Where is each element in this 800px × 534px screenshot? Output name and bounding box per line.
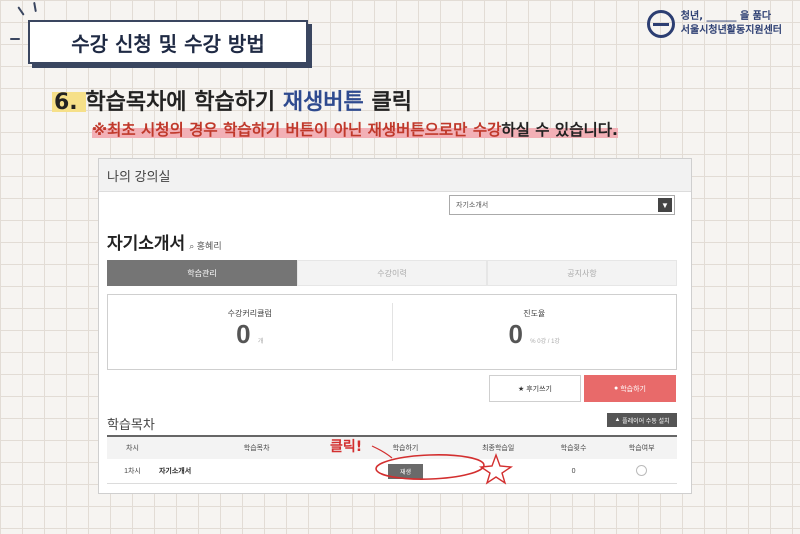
progress-stats: 수강커리큘럼 0 개 진도율 0 % 0강 / 1강 bbox=[107, 294, 677, 370]
classroom-screenshot: 나의 강의실 자기소개서 ▼ 자기소개서 ⌕ 홍혜리 학습관리 수강이력 공지사… bbox=[98, 158, 692, 494]
spark-line bbox=[17, 6, 25, 16]
tab-history[interactable]: 수강이력 bbox=[297, 260, 487, 286]
review-button-label: 후기쓰기 bbox=[526, 385, 552, 393]
cell-last-date bbox=[455, 459, 541, 484]
heading-prefix: 학습목차에 학습하기 bbox=[85, 90, 283, 115]
stat-unit: 개 bbox=[257, 338, 264, 345]
star-icon: ★ bbox=[518, 385, 525, 393]
col-lesson: 학습목차 bbox=[157, 435, 356, 459]
review-button[interactable]: ★ 후기쓰기 bbox=[489, 375, 581, 402]
col-session: 차시 bbox=[107, 435, 158, 459]
slide-title: 수강 신청 및 수강 방법 bbox=[28, 20, 308, 64]
toc-table: 차시 학습목차 학습하기 최종학습일 학습횟수 학습여부 1차시 자기소개서 재… bbox=[107, 435, 677, 484]
notice-rest: 하실 수 있습니다. bbox=[501, 121, 618, 139]
tab-study-management[interactable]: 학습관리 bbox=[107, 260, 297, 286]
notice-warning: ※최초 시청의 경우 학습하기 버튼이 아닌 재생버튼으로만 수강 bbox=[92, 121, 502, 139]
col-last-date: 최종학습일 bbox=[455, 435, 541, 459]
spark-line bbox=[33, 1, 37, 13]
stat-label: 수강커리큘럼 bbox=[227, 308, 272, 318]
notice-text: ※최초 시청의 경우 학습하기 버튼이 아닌 재생버튼으로만 수강하실 수 있습… bbox=[92, 118, 618, 140]
play-button[interactable]: 재생 bbox=[387, 463, 423, 479]
col-done: 학습여부 bbox=[606, 435, 677, 459]
stat-value: 0 bbox=[508, 318, 523, 349]
chevron-down-icon: ▼ bbox=[658, 198, 672, 212]
heading-suffix: 클릭 bbox=[363, 90, 412, 115]
panel-header: 나의 강의실 bbox=[99, 159, 691, 192]
step-heading: 6. 학습목차에 학습하기 재생버튼 클릭 bbox=[52, 84, 412, 116]
spark-line bbox=[10, 38, 20, 40]
player-install-label: 플레이어 수동 설치 bbox=[622, 418, 670, 425]
teacher-name: 홍혜리 bbox=[196, 241, 222, 251]
col-count: 학습횟수 bbox=[540, 435, 607, 459]
course-title-text: 자기소개서 bbox=[107, 234, 186, 253]
col-play: 학습하기 bbox=[355, 435, 456, 459]
study-button[interactable]: ● 학습하기 bbox=[584, 375, 676, 402]
teacher-info: ⌕ 홍혜리 bbox=[189, 239, 221, 252]
tab-bar: 학습관리 수강이력 공지사항 bbox=[107, 260, 677, 286]
cell-lesson: 자기소개서 bbox=[157, 459, 356, 484]
course-select[interactable]: 자기소개서 ▼ bbox=[449, 195, 675, 215]
stat-label: 진도율 bbox=[523, 308, 546, 318]
course-select-value: 자기소개서 bbox=[456, 202, 489, 209]
heading-accent: 재생버튼 bbox=[282, 90, 364, 115]
stat-progress: 진도율 0 % 0강 / 1강 bbox=[391, 303, 677, 361]
logo-line2: 서울시청년활동지원센터 bbox=[680, 25, 782, 36]
center-logo: 청년, ______ 을 품다 서울시청년활동지원센터 bbox=[646, 10, 782, 38]
stat-curriculum: 수강커리큘럼 0 개 bbox=[108, 295, 392, 369]
stat-value: 0 bbox=[236, 318, 251, 349]
cell-count: 0 bbox=[540, 459, 607, 484]
course-title: 자기소개서 ⌕ 홍혜리 bbox=[107, 229, 222, 254]
click-annotation: 클릭! bbox=[330, 439, 363, 455]
tab-notices[interactable]: 공지사항 bbox=[487, 260, 677, 286]
logo-line1: 청년, ______ 을 품다 bbox=[680, 11, 772, 22]
cell-session: 1차시 bbox=[107, 459, 158, 484]
check-circle-icon bbox=[636, 464, 648, 476]
player-install-button[interactable]: ▲ 플레이어 수동 설치 bbox=[607, 413, 677, 427]
upload-icon: ▲ bbox=[614, 417, 621, 423]
step-number: 6. bbox=[54, 90, 78, 115]
stat-unit: % 0강 / 1강 bbox=[530, 338, 560, 345]
play-icon: ● bbox=[614, 385, 619, 392]
logo-icon bbox=[646, 10, 675, 38]
table-row: 1차시 자기소개서 재생 0 bbox=[107, 459, 677, 484]
search-icon: ⌕ bbox=[189, 241, 195, 251]
study-button-label: 학습하기 bbox=[620, 385, 646, 393]
toc-title: 학습목차 bbox=[107, 417, 155, 432]
